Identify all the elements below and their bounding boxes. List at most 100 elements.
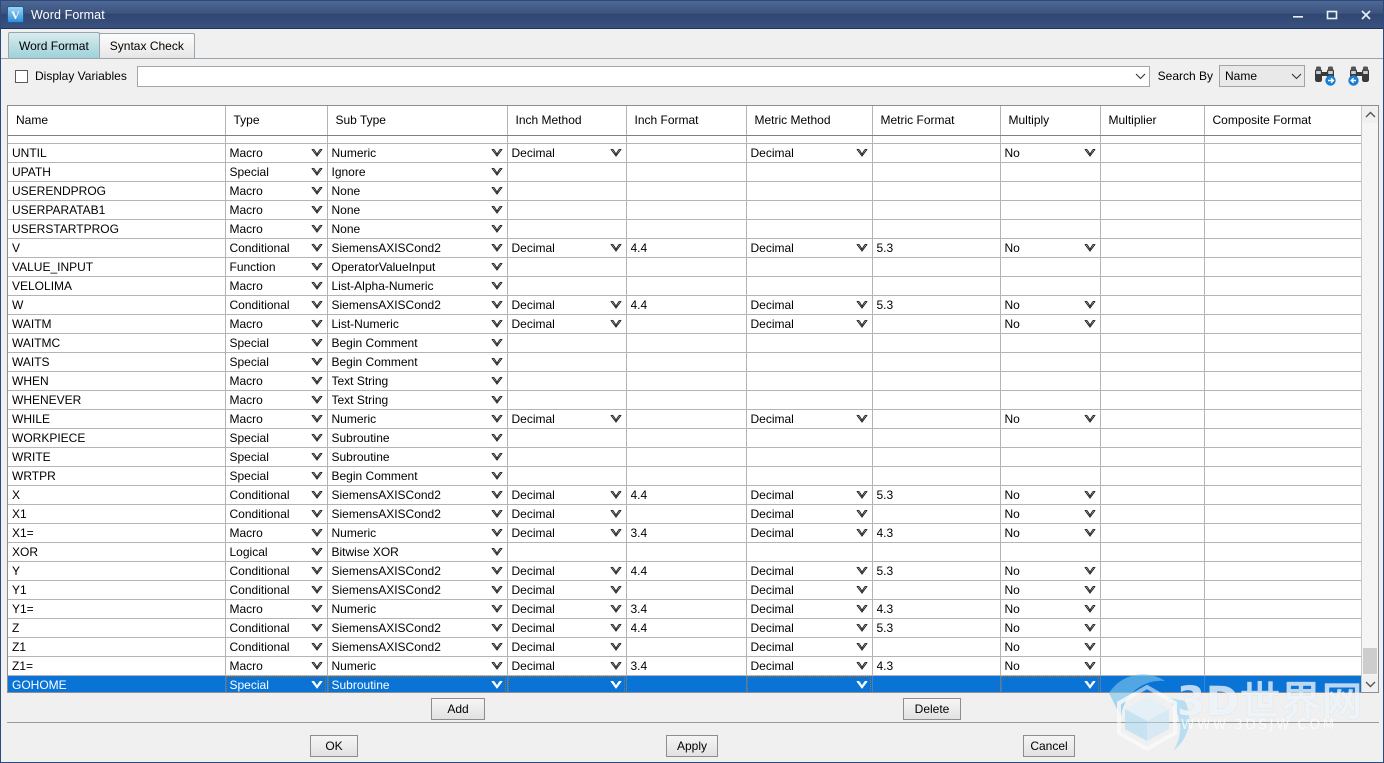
table-cell-metric-method[interactable]: Decimal	[746, 637, 873, 657]
table-cell-multiplier[interactable]	[1100, 485, 1205, 505]
table-cell-multiplier[interactable]	[1100, 352, 1205, 372]
table-cell-composite-format[interactable]	[1204, 238, 1361, 258]
table-cell-composite-format[interactable]	[1204, 143, 1361, 163]
chevron-down-icon[interactable]	[491, 205, 507, 214]
chevron-down-icon[interactable]	[311, 452, 327, 461]
chevron-down-icon[interactable]	[1084, 490, 1100, 499]
table-cell-metric-format[interactable]: 5.3	[872, 485, 1001, 505]
table-cell-inch-method[interactable]: Decimal	[507, 618, 627, 638]
table-cell-multiply[interactable]	[1000, 352, 1101, 372]
table-cell-metric-format[interactable]	[872, 276, 1001, 296]
table-cell-multiplier[interactable]	[1100, 656, 1205, 676]
chevron-down-icon[interactable]	[311, 509, 327, 518]
table-cell-composite-format[interactable]	[1204, 428, 1361, 448]
table-row[interactable]: X1= Macro Numeric Decimal 3.4 Decimal 4.3 No	[8, 523, 1361, 543]
chevron-down-icon[interactable]	[311, 224, 327, 233]
table-cell-sub-type[interactable]: None	[327, 181, 508, 201]
chevron-down-icon[interactable]	[1084, 680, 1100, 689]
table-cell-multiply[interactable]	[1000, 162, 1101, 182]
chevron-down-icon[interactable]	[311, 604, 327, 613]
table-cell-inch-format[interactable]	[626, 504, 747, 524]
chevron-down-icon[interactable]	[856, 585, 872, 594]
table-cell-metric-format[interactable]	[872, 428, 1001, 448]
table-cell-composite-format[interactable]	[1204, 409, 1361, 429]
table-cell-type[interactable]: Logical	[225, 542, 328, 562]
chevron-down-icon[interactable]	[856, 528, 872, 537]
table-cell-inch-format[interactable]	[626, 181, 747, 201]
table-cell-name[interactable]: Y	[8, 561, 226, 581]
table-cell-type[interactable]: Conditional	[225, 561, 328, 581]
table-cell-metric-method[interactable]	[746, 352, 873, 372]
table-cell-type[interactable]: Special	[225, 162, 328, 182]
chevron-down-icon[interactable]	[311, 357, 327, 366]
chevron-down-icon[interactable]	[1084, 642, 1100, 651]
table-row[interactable]: W Conditional SiemensAXISCond2 Decimal 4.4 De…	[8, 295, 1361, 315]
scrollbar-thumb[interactable]	[1363, 648, 1377, 674]
chevron-down-icon[interactable]	[856, 243, 872, 252]
chevron-down-icon[interactable]	[311, 281, 327, 290]
table-cell-multiply[interactable]: No	[1000, 599, 1101, 619]
table-cell-inch-method[interactable]: Decimal	[507, 561, 627, 581]
chevron-down-icon[interactable]	[491, 357, 507, 366]
table-cell-inch-method[interactable]	[507, 447, 627, 467]
table-cell-inch-format[interactable]: 4.4	[626, 238, 747, 258]
table-cell-sub-type[interactable]: SiemensAXISCond2	[327, 618, 508, 638]
table-cell-composite-format[interactable]	[1204, 333, 1361, 353]
table-cell-inch-method[interactable]: Decimal	[507, 238, 627, 258]
table-cell-metric-method[interactable]	[746, 428, 873, 448]
table-cell-multiply[interactable]: No	[1000, 238, 1101, 258]
table-cell-multiply[interactable]	[1000, 181, 1101, 201]
table-cell-name[interactable]: VALUE_INPUT	[8, 257, 226, 277]
table-cell-inch-method[interactable]: Decimal	[507, 485, 627, 505]
table-cell-inch-format[interactable]	[626, 637, 747, 657]
table-cell-sub-type[interactable]: Numeric	[327, 409, 508, 429]
table-cell-name[interactable]: WRTPR	[8, 466, 226, 486]
add-button[interactable]: Add	[431, 697, 485, 720]
table-cell-inch-format[interactable]	[626, 675, 747, 692]
table-cell-composite-format[interactable]	[1204, 447, 1361, 467]
table-cell-name[interactable]: WAITM	[8, 314, 226, 334]
maximize-icon[interactable]	[1315, 1, 1349, 29]
table-cell-name[interactable]: VELOLIMA	[8, 276, 226, 296]
chevron-down-icon[interactable]	[610, 509, 626, 518]
table-cell-composite-format[interactable]	[1204, 257, 1361, 277]
table-cell-metric-format[interactable]	[872, 371, 1001, 391]
table-cell-metric-format[interactable]	[872, 333, 1001, 353]
table-cell-metric-method[interactable]: Decimal	[746, 618, 873, 638]
table-cell-composite-format[interactable]	[1204, 314, 1361, 334]
table-row[interactable]: VELOLIMA Macro List-Alpha-Numeric	[8, 276, 1361, 296]
chevron-down-icon[interactable]	[610, 604, 626, 613]
column-header-name[interactable]: Name	[8, 106, 226, 136]
chevron-down-icon[interactable]	[311, 167, 327, 176]
chevron-down-icon[interactable]	[311, 414, 327, 423]
table-cell-name[interactable]: W	[8, 295, 226, 315]
table-cell-multiply[interactable]: No	[1000, 409, 1101, 429]
chevron-down-icon[interactable]	[610, 661, 626, 670]
table-cell-inch-method[interactable]	[507, 219, 627, 239]
chevron-down-icon[interactable]	[491, 338, 507, 347]
table-cell-metric-method[interactable]: Decimal	[746, 523, 873, 543]
table-cell-multiplier[interactable]	[1100, 542, 1205, 562]
chevron-down-icon[interactable]	[610, 414, 626, 423]
binoculars-backward-icon[interactable]	[1345, 63, 1375, 89]
table-row[interactable]: USERSTARTPROG Macro None	[8, 219, 1361, 239]
table-cell-multiply[interactable]	[1000, 447, 1101, 467]
table-cell-inch-format[interactable]: 3.4	[626, 656, 747, 676]
table-row[interactable]: GOHOME Special Subroutine	[8, 675, 1361, 692]
table-cell-sub-type[interactable]: Ignore	[327, 162, 508, 182]
chevron-down-icon[interactable]	[491, 452, 507, 461]
table-cell-inch-method[interactable]: Decimal	[507, 599, 627, 619]
chevron-down-icon[interactable]	[610, 585, 626, 594]
chevron-down-icon[interactable]	[856, 300, 872, 309]
table-cell-metric-method[interactable]	[746, 181, 873, 201]
table-cell-name[interactable]: Y1=	[8, 599, 226, 619]
table-cell-inch-format[interactable]	[626, 143, 747, 163]
table-cell-multiply[interactable]	[1000, 200, 1101, 220]
table-cell-multiply[interactable]	[1000, 428, 1101, 448]
table-cell-metric-method[interactable]	[746, 542, 873, 562]
table-cell-sub-type[interactable]: List-Numeric	[327, 314, 508, 334]
column-header-composite-format[interactable]: Composite Format	[1204, 106, 1361, 136]
chevron-down-icon[interactable]	[1084, 528, 1100, 537]
table-cell-multiplier[interactable]	[1100, 181, 1205, 201]
table-cell-metric-method[interactable]: Decimal	[746, 143, 873, 163]
